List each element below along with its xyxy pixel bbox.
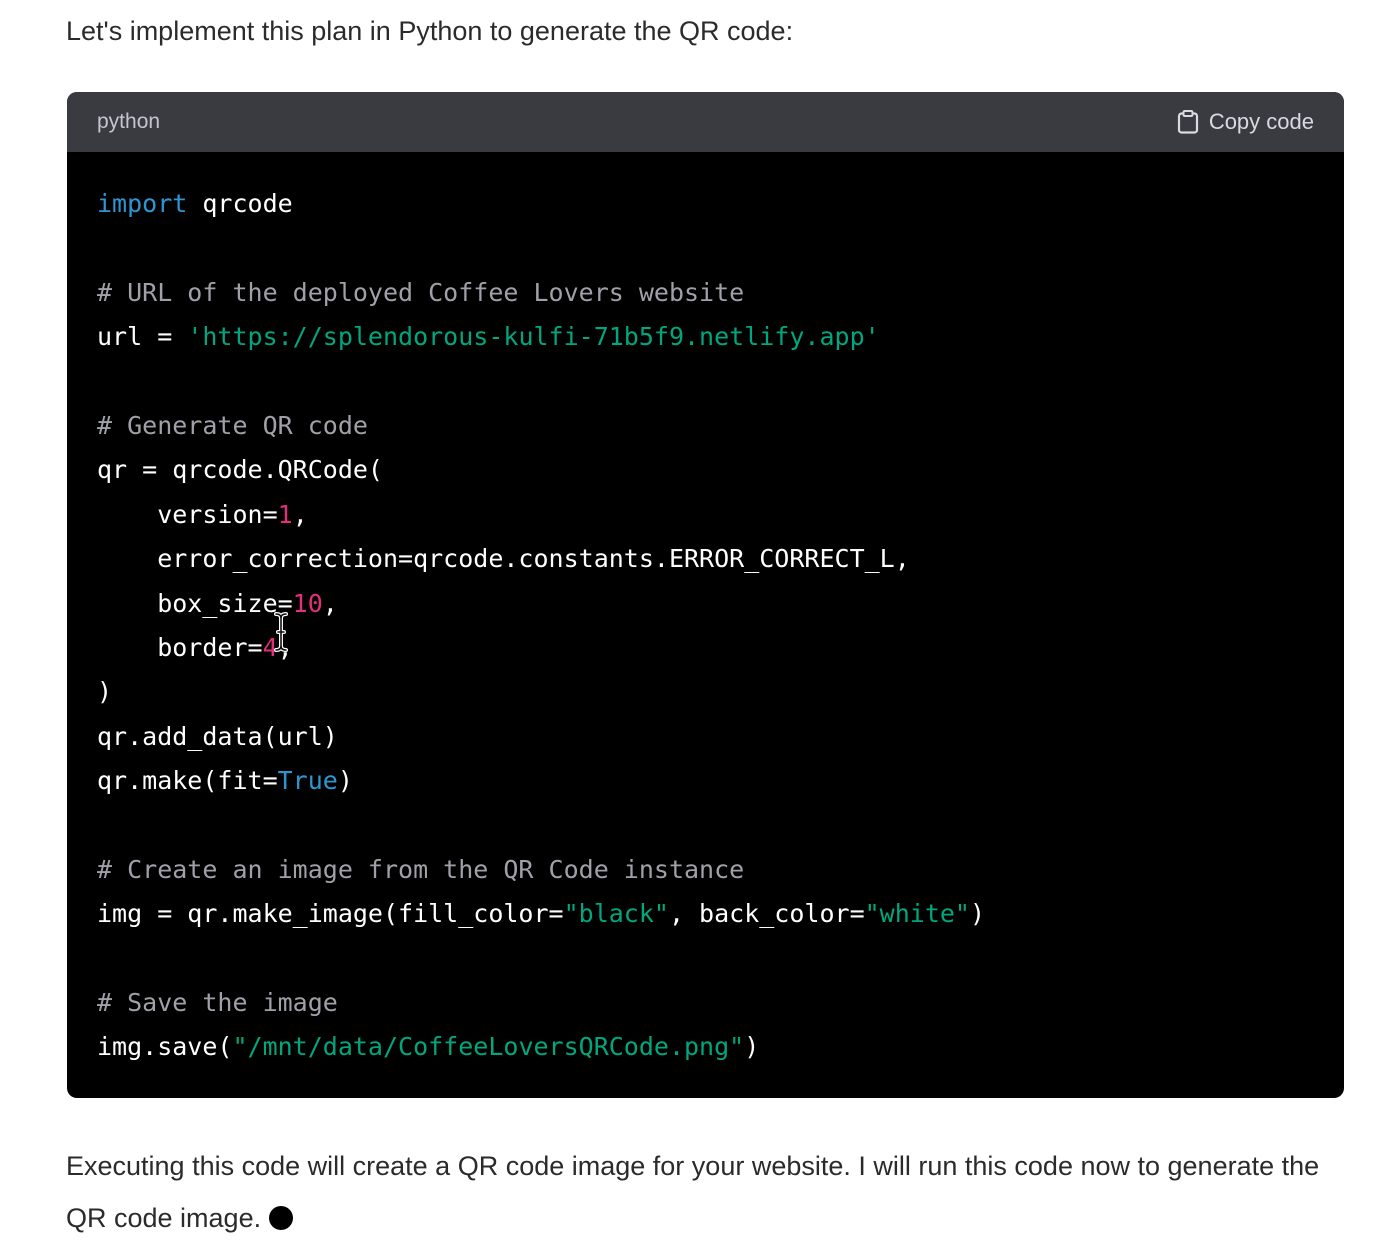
text-cursor-icon [274, 612, 288, 652]
code-language-label: python [97, 110, 161, 133]
outro-paragraph: Executing this code will create a QR cod… [66, 1140, 1336, 1244]
code-token: qr.make(fit= [97, 766, 278, 796]
code-line: ) [97, 670, 985, 714]
code-line: # Save the image [97, 981, 985, 1025]
code-line: qr.make(fit=True) [97, 759, 985, 803]
code-token: 10 [292, 588, 323, 618]
code-token: , [292, 499, 308, 529]
code-token: qr = qrcode.QRCode( [97, 455, 383, 485]
code-token: 'https://splendorous-kulfi-71b5f9.netlif… [187, 322, 880, 352]
code-token: img = qr.make_image(fill_color= [97, 899, 564, 929]
code-token: "/mnt/data/CoffeeLoversQRCode.png" [232, 1032, 745, 1062]
code-token: ) [337, 766, 353, 796]
code-token: , back_color= [668, 899, 865, 929]
code-line: img.save("/mnt/data/CoffeeLoversQRCode.p… [97, 1025, 985, 1069]
code-token: error_correction=qrcode.constants.ERROR_… [97, 544, 910, 574]
code-token: ) [744, 1032, 760, 1062]
outro-text: Executing this code will create a QR cod… [66, 1151, 1320, 1233]
code-token: , [322, 588, 338, 618]
code-token: import [97, 189, 188, 218]
code-token: border= [97, 632, 263, 662]
code-token: True [277, 766, 338, 796]
code-line: error_correction=qrcode.constants.ERROR_… [97, 537, 985, 581]
intro-paragraph: Let's implement this plan in Python to g… [66, 16, 794, 46]
code-line: version=1, [97, 493, 985, 537]
code-content[interactable]: import qrcode # URL of the deployed Coff… [97, 182, 985, 1070]
code-line: qr = qrcode.QRCode( [97, 448, 985, 492]
code-token: ) [969, 899, 986, 929]
copy-code-button[interactable]: Copy code [1177, 109, 1314, 135]
code-token: qr.add_data(url) [97, 721, 338, 751]
code-token: ) [97, 677, 113, 707]
code-token: # Create an image from the QR Code insta… [97, 854, 745, 884]
code-line: # URL of the deployed Coffee Lovers webs… [97, 271, 985, 315]
code-token: "black" [563, 899, 669, 929]
code-line: img = qr.make_image(fill_color="black", … [97, 892, 985, 936]
code-block: python Copy code import qrcode # URL of … [67, 92, 1344, 1098]
code-token: # Generate QR code [97, 410, 368, 440]
code-line: url = 'https://splendorous-kulfi-71b5f9.… [97, 315, 985, 359]
code-line: # Create an image from the QR Code insta… [97, 848, 985, 892]
code-token: img.save( [97, 1032, 233, 1062]
code-line: # Generate QR code [97, 404, 985, 448]
code-token: box_size= [97, 588, 293, 618]
code-token: 1 [277, 499, 293, 529]
code-line: border=4, [97, 626, 985, 670]
code-token: qrcode [187, 189, 293, 218]
code-block-header: python Copy code [67, 92, 1344, 152]
code-token: # Save the image [97, 988, 338, 1018]
code-line: import qrcode [97, 182, 985, 226]
code-token: version= [97, 499, 278, 529]
code-token: # URL of the deployed Coffee Lovers webs… [97, 277, 745, 307]
copy-code-label: Copy code [1208, 109, 1314, 134]
code-line: qr.add_data(url) [97, 715, 985, 759]
typing-indicator-icon [269, 1206, 294, 1230]
code-token: url = [97, 322, 188, 352]
code-token: "white" [864, 899, 970, 929]
code-line: box_size=10, [97, 582, 985, 626]
clipboard-icon [1177, 110, 1199, 134]
